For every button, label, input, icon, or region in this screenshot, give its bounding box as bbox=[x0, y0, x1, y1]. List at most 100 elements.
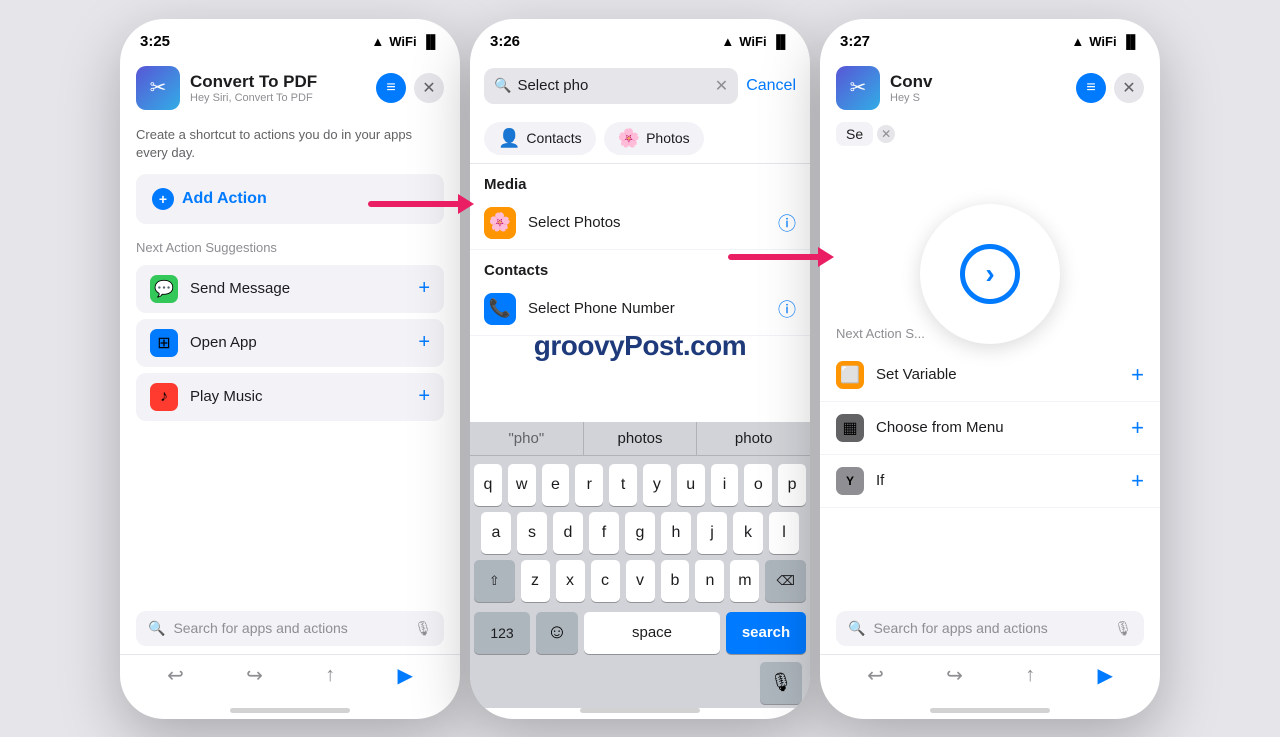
select-phone-info[interactable]: ⓘ bbox=[778, 296, 796, 322]
phone3-menu-button[interactable]: ≡ bbox=[1076, 73, 1106, 103]
key-m[interactable]: m bbox=[730, 560, 759, 602]
next-action-if[interactable]: Y If + bbox=[820, 455, 1160, 508]
search-header: 🔍 Select pho ✕ Cancel bbox=[470, 58, 810, 114]
key-l[interactable]: l bbox=[769, 512, 799, 554]
next-action-choose-menu[interactable]: ▦ Choose from Menu + bbox=[820, 402, 1160, 455]
badge-close[interactable]: ✕ bbox=[877, 125, 895, 143]
add-action-button[interactable]: + Add Action bbox=[136, 174, 444, 224]
open-app-plus: + bbox=[418, 331, 430, 354]
key-h[interactable]: h bbox=[661, 512, 691, 554]
key-o[interactable]: o bbox=[744, 464, 772, 506]
key-b[interactable]: b bbox=[661, 560, 690, 602]
key-z[interactable]: z bbox=[521, 560, 550, 602]
status-bar-3: 3:27 ▲ WiFi ▐▌ bbox=[820, 19, 1160, 58]
nav-back-3[interactable]: ↩ bbox=[867, 663, 884, 688]
key-shift[interactable]: ⇧ bbox=[474, 560, 515, 602]
key-backspace[interactable]: ⌫ bbox=[765, 560, 806, 602]
search-icon-sm: 🔍 bbox=[148, 620, 165, 637]
key-y[interactable]: y bbox=[643, 464, 671, 506]
search-icon-3: 🔍 bbox=[848, 620, 865, 637]
phone3-header: ✂ Conv Hey S ≡ ✕ bbox=[820, 58, 1160, 118]
select-photos-icon: 🌸 bbox=[484, 207, 516, 239]
cancel-button[interactable]: Cancel bbox=[746, 77, 796, 95]
nav-share-3[interactable]: ↑ bbox=[1025, 663, 1035, 688]
nav-play-3[interactable]: ▶ bbox=[1097, 663, 1112, 688]
key-n[interactable]: n bbox=[695, 560, 724, 602]
key-a[interactable]: a bbox=[481, 512, 511, 554]
category-chips: 👤 Contacts 🌸 Photos bbox=[470, 114, 810, 164]
phone-3: 3:27 ▲ WiFi ▐▌ ✂ Conv Hey S ≡ ✕ Se ✕ bbox=[820, 19, 1160, 719]
nav-back[interactable]: ↩ bbox=[167, 663, 184, 688]
mic-icon-1: 🎙 bbox=[414, 620, 432, 637]
key-g[interactable]: g bbox=[625, 512, 655, 554]
key-e[interactable]: e bbox=[542, 464, 570, 506]
wifi-icon-3: WiFi bbox=[1089, 34, 1116, 49]
key-v[interactable]: v bbox=[626, 560, 655, 602]
suggestions-title: Next Action Suggestions bbox=[136, 240, 444, 255]
watermark-area: groovyPost.com bbox=[470, 336, 810, 422]
close-button[interactable]: ✕ bbox=[414, 73, 444, 103]
key-f[interactable]: f bbox=[589, 512, 619, 554]
key-t[interactable]: t bbox=[609, 464, 637, 506]
shortcuts-header: ✂ Convert To PDF Hey Siri, Convert To PD… bbox=[120, 58, 460, 118]
zoom-circle: › bbox=[920, 204, 1060, 344]
chip-contacts[interactable]: 👤 Contacts bbox=[484, 122, 596, 155]
search-input-wrap[interactable]: 🔍 Select pho ✕ bbox=[484, 68, 738, 104]
phones-container: 3:25 ▲ WiFi ▐▌ ✂ Convert To PDF Hey Siri… bbox=[120, 19, 1160, 719]
nav-play[interactable]: ▶ bbox=[397, 663, 412, 688]
send-message-plus: + bbox=[418, 277, 430, 300]
search-input-text: Select pho bbox=[517, 77, 588, 94]
contacts-chip-icon: 👤 bbox=[498, 128, 520, 149]
key-x[interactable]: x bbox=[556, 560, 585, 602]
word-photo[interactable]: photo bbox=[697, 422, 810, 455]
key-i[interactable]: i bbox=[711, 464, 739, 506]
suggestion-open-app[interactable]: ⊞ Open App + bbox=[136, 319, 444, 367]
search-clear-icon[interactable]: ✕ bbox=[715, 76, 728, 96]
word-pho[interactable]: "pho" bbox=[470, 422, 584, 455]
key-j[interactable]: j bbox=[697, 512, 727, 554]
status-icons-2: ▲ WiFi ▐▌ bbox=[721, 34, 790, 49]
chip-contacts-label: Contacts bbox=[526, 130, 581, 146]
shortcuts-app-icon: ✂ bbox=[136, 66, 180, 110]
word-photos[interactable]: photos bbox=[584, 422, 698, 455]
keyboard-rows: q w e r t y u i o p a s d f g h bbox=[470, 456, 810, 612]
set-variable-label: Set Variable bbox=[876, 366, 1119, 383]
key-r[interactable]: r bbox=[575, 464, 603, 506]
suggestion-play-music[interactable]: ♪ Play Music + bbox=[136, 373, 444, 421]
nav-share[interactable]: ↑ bbox=[325, 663, 335, 688]
media-section-header: Media bbox=[470, 164, 810, 197]
nav-forward-3[interactable]: ↪ bbox=[946, 663, 963, 688]
suggestion-send-message[interactable]: 💬 Send Message + bbox=[136, 265, 444, 313]
key-u[interactable]: u bbox=[677, 464, 705, 506]
key-w[interactable]: w bbox=[508, 464, 536, 506]
action-select-photos[interactable]: 🌸 Select Photos ⓘ bbox=[470, 197, 810, 250]
header-actions: ≡ ✕ bbox=[376, 73, 444, 103]
next-action-set-variable[interactable]: ⬜ Set Variable + bbox=[820, 349, 1160, 402]
select-photos-label: Select Photos bbox=[528, 214, 766, 231]
keyboard-bottom-row: 123 ☺ space search bbox=[470, 612, 810, 658]
bottom-nav-3: ↩ ↪ ↑ ▶ bbox=[820, 654, 1160, 708]
chip-photos[interactable]: 🌸 Photos bbox=[604, 122, 704, 155]
key-q[interactable]: q bbox=[474, 464, 502, 506]
nav-forward[interactable]: ↪ bbox=[246, 663, 263, 688]
key-mic[interactable]: 🎙 bbox=[760, 662, 802, 704]
menu-button[interactable]: ≡ bbox=[376, 73, 406, 103]
status-icons-3: ▲ WiFi ▐▌ bbox=[1071, 34, 1140, 49]
key-space[interactable]: space bbox=[584, 612, 720, 654]
select-photos-info[interactable]: ⓘ bbox=[778, 210, 796, 236]
phone3-close-button[interactable]: ✕ bbox=[1114, 73, 1144, 103]
key-num[interactable]: 123 bbox=[474, 612, 530, 654]
key-search[interactable]: search bbox=[726, 612, 806, 654]
key-emoji[interactable]: ☺ bbox=[536, 612, 578, 654]
set-variable-icon: ⬜ bbox=[836, 361, 864, 389]
select-phone-icon: 📞 bbox=[484, 293, 516, 325]
key-s[interactable]: s bbox=[517, 512, 547, 554]
key-c[interactable]: c bbox=[591, 560, 620, 602]
status-bar-2: 3:26 ▲ WiFi ▐▌ bbox=[470, 19, 810, 58]
chevron-right-icon: › bbox=[960, 244, 1020, 304]
zoom-circle-area: › bbox=[820, 154, 1160, 314]
key-k[interactable]: k bbox=[733, 512, 763, 554]
key-p[interactable]: p bbox=[778, 464, 806, 506]
action-select-phone[interactable]: 📞 Select Phone Number ⓘ bbox=[470, 283, 810, 336]
key-d[interactable]: d bbox=[553, 512, 583, 554]
